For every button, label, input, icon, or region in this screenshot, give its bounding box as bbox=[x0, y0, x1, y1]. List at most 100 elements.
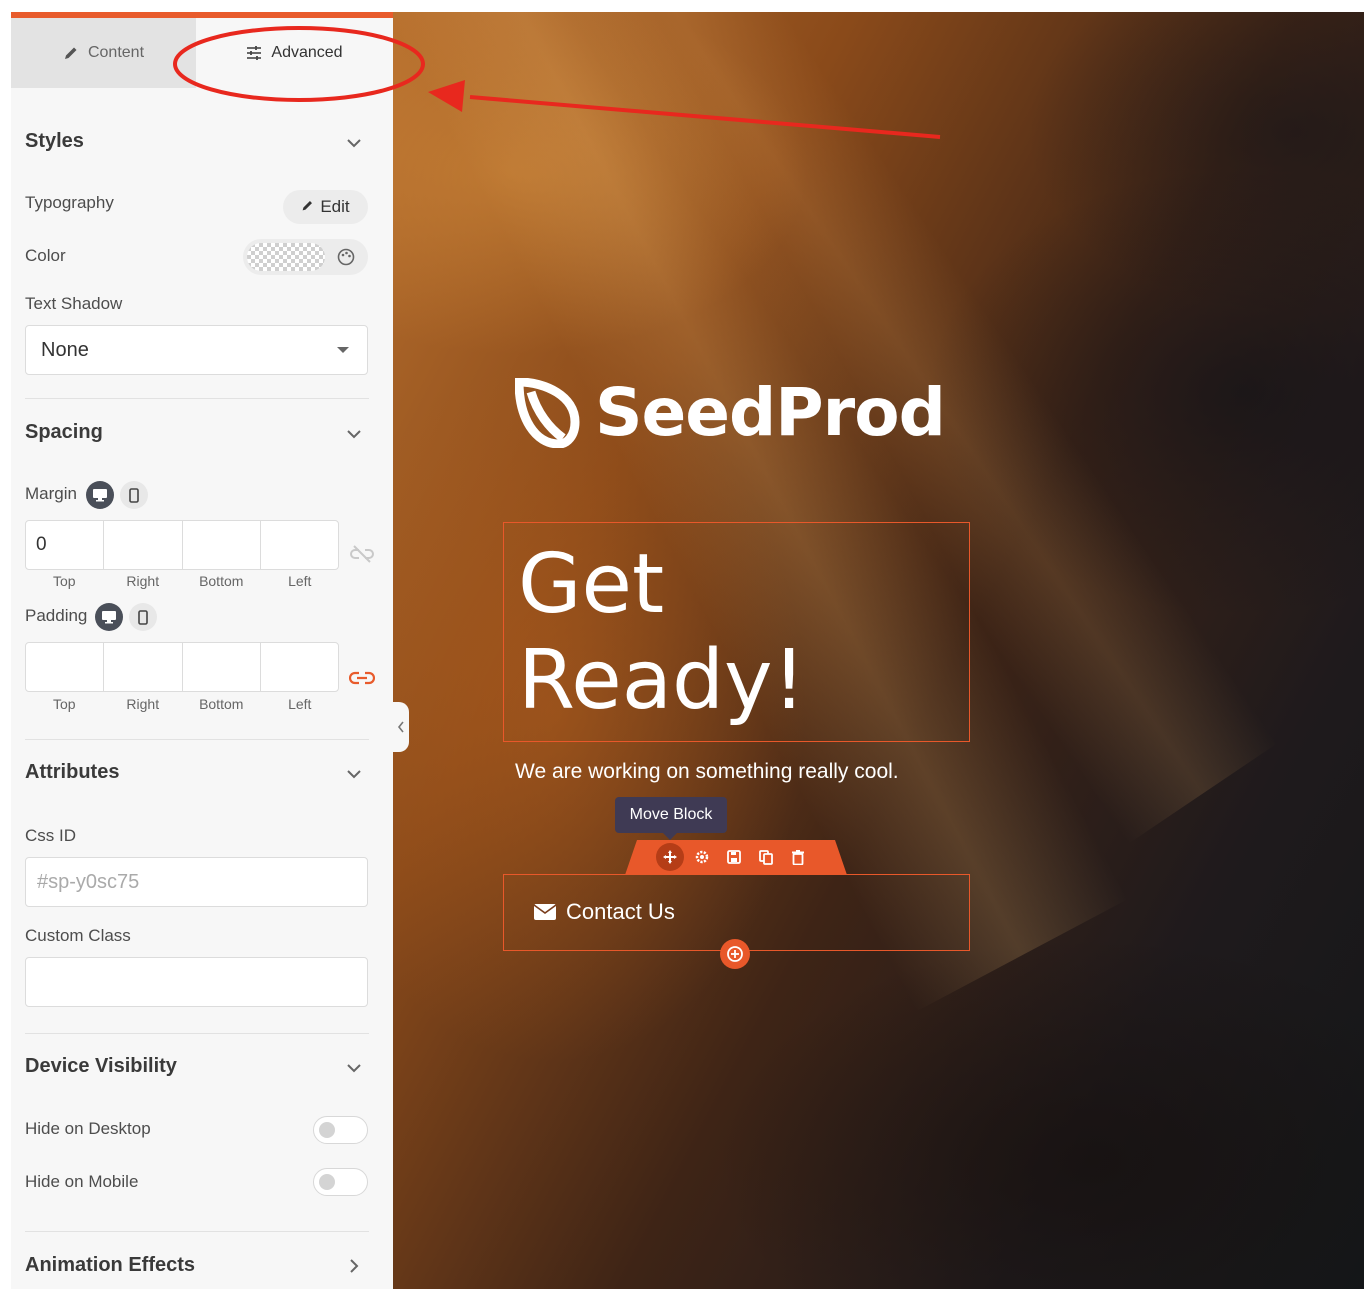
device-visibility-section-title[interactable]: Device Visibility bbox=[25, 1055, 177, 1078]
settings-sidebar: Content Advanced Styles Typography Edit … bbox=[11, 12, 393, 1289]
add-block-button[interactable] bbox=[720, 939, 750, 969]
color-label: Color bbox=[25, 246, 66, 265]
headline: Get Ready! bbox=[518, 537, 805, 729]
hide-desktop-toggle[interactable] bbox=[313, 1116, 368, 1144]
chevron-down-icon[interactable] bbox=[345, 134, 363, 152]
save-block-button[interactable] bbox=[720, 843, 748, 871]
css-id-input[interactable]: #sp-y0sc75 bbox=[25, 857, 368, 907]
edit-label: Edit bbox=[320, 197, 350, 216]
contact-us-button[interactable]: Contact Us bbox=[534, 899, 675, 925]
divider bbox=[25, 398, 369, 399]
margin-label: Margin bbox=[25, 484, 77, 503]
pencil-icon bbox=[63, 45, 79, 61]
divider bbox=[25, 739, 369, 740]
gear-icon bbox=[695, 850, 709, 864]
chevron-right-icon[interactable] bbox=[345, 1257, 363, 1275]
desktop-device-button[interactable] bbox=[86, 481, 114, 509]
desktop-device-button[interactable] bbox=[95, 603, 123, 631]
sliders-icon bbox=[246, 45, 262, 61]
side-label-bottom: Bottom bbox=[199, 573, 244, 589]
padding-right-input[interactable] bbox=[104, 643, 183, 691]
desktop-icon bbox=[102, 611, 116, 624]
caret-down-icon bbox=[337, 347, 349, 353]
chevron-down-icon[interactable] bbox=[345, 765, 363, 783]
tab-advanced-label: Advanced bbox=[271, 44, 343, 61]
color-swatch[interactable] bbox=[247, 243, 325, 271]
typography-edit-button[interactable]: Edit bbox=[283, 190, 368, 224]
envelope-icon bbox=[534, 904, 556, 920]
desktop-icon bbox=[93, 489, 107, 502]
toggle-knob bbox=[319, 1122, 335, 1138]
side-label-left: Left bbox=[288, 573, 312, 589]
divider bbox=[25, 1033, 369, 1034]
subheadline-text[interactable]: We are working on something really cool. bbox=[515, 760, 899, 784]
padding-top-input[interactable] bbox=[26, 643, 105, 691]
typography-label: Typography bbox=[25, 193, 114, 212]
text-shadow-value: None bbox=[41, 338, 89, 361]
move-block-button[interactable] bbox=[656, 843, 684, 871]
mobile-device-button[interactable] bbox=[120, 481, 148, 509]
chevron-down-icon[interactable] bbox=[345, 425, 363, 443]
headline-line-2: Ready! bbox=[518, 633, 806, 728]
page-preview-canvas: SeedProd Get Ready! We are working on so… bbox=[393, 12, 1364, 1289]
attributes-section-title[interactable]: Attributes bbox=[25, 761, 119, 784]
margin-inputs: 0 bbox=[25, 520, 339, 570]
headline-block[interactable]: Get Ready! bbox=[503, 522, 970, 742]
custom-class-label: Custom Class bbox=[25, 926, 131, 945]
margin-bottom-input[interactable] bbox=[183, 521, 261, 569]
seedprod-logo: SeedProd bbox=[515, 374, 946, 451]
tab-content[interactable]: Content bbox=[11, 18, 196, 88]
margin-left-input[interactable] bbox=[261, 521, 338, 569]
palette-icon[interactable] bbox=[337, 248, 355, 266]
styles-section-title[interactable]: Styles bbox=[25, 130, 84, 153]
side-label-right: Right bbox=[126, 573, 160, 589]
save-icon bbox=[727, 850, 741, 864]
mobile-icon bbox=[138, 609, 148, 625]
side-label-bottom: Bottom bbox=[199, 696, 244, 712]
side-label-top: Top bbox=[52, 696, 76, 712]
padding-left-input[interactable] bbox=[261, 643, 338, 691]
margin-side-labels: Top Right Bottom Left bbox=[25, 573, 339, 589]
tab-content-label: Content bbox=[87, 44, 145, 61]
padding-side-labels: Top Right Bottom Left bbox=[25, 696, 339, 712]
tab-advanced[interactable]: Advanced bbox=[196, 18, 393, 88]
plus-circle-icon bbox=[727, 946, 743, 962]
margin-right-input[interactable] bbox=[104, 521, 183, 569]
custom-class-input[interactable] bbox=[25, 957, 368, 1007]
padding-label: Padding bbox=[25, 606, 88, 625]
hide-mobile-toggle[interactable] bbox=[313, 1168, 368, 1196]
color-picker[interactable] bbox=[243, 239, 368, 275]
move-icon bbox=[663, 850, 677, 864]
headline-line-1: Get bbox=[518, 537, 665, 632]
link-icon[interactable] bbox=[349, 668, 375, 688]
leaf-logo-icon bbox=[515, 377, 580, 448]
hide-mobile-label: Hide on Mobile bbox=[25, 1172, 139, 1191]
mobile-icon bbox=[129, 487, 139, 503]
animation-section-title[interactable]: Animation Effects bbox=[25, 1254, 195, 1277]
block-toolbar bbox=[625, 840, 847, 875]
copy-icon bbox=[759, 849, 773, 865]
text-shadow-select[interactable]: None bbox=[25, 325, 368, 375]
side-label-left: Left bbox=[288, 696, 312, 712]
logo-text: SeedProd bbox=[595, 374, 946, 451]
side-label-right: Right bbox=[126, 696, 160, 712]
toggle-knob bbox=[319, 1174, 335, 1190]
hide-desktop-label: Hide on Desktop bbox=[25, 1119, 151, 1138]
css-id-label: Css ID bbox=[25, 826, 76, 845]
css-id-placeholder: #sp-y0sc75 bbox=[37, 870, 140, 893]
sidebar-tabs: Content Advanced bbox=[11, 18, 393, 88]
duplicate-block-button[interactable] bbox=[752, 843, 780, 871]
contact-us-label: Contact Us bbox=[566, 899, 675, 924]
spacing-section-title[interactable]: Spacing bbox=[25, 421, 103, 444]
chevron-down-icon[interactable] bbox=[345, 1059, 363, 1077]
text-shadow-label: Text Shadow bbox=[25, 294, 123, 313]
padding-inputs bbox=[25, 642, 339, 692]
margin-top-input[interactable]: 0 bbox=[26, 521, 105, 569]
block-settings-button[interactable] bbox=[688, 843, 716, 871]
unlink-icon[interactable] bbox=[349, 544, 375, 564]
padding-bottom-input[interactable] bbox=[183, 643, 261, 691]
mobile-device-button[interactable] bbox=[129, 603, 157, 631]
collapse-sidebar-button[interactable] bbox=[393, 702, 409, 752]
delete-block-button[interactable] bbox=[784, 843, 812, 871]
pencil-icon bbox=[301, 197, 314, 217]
